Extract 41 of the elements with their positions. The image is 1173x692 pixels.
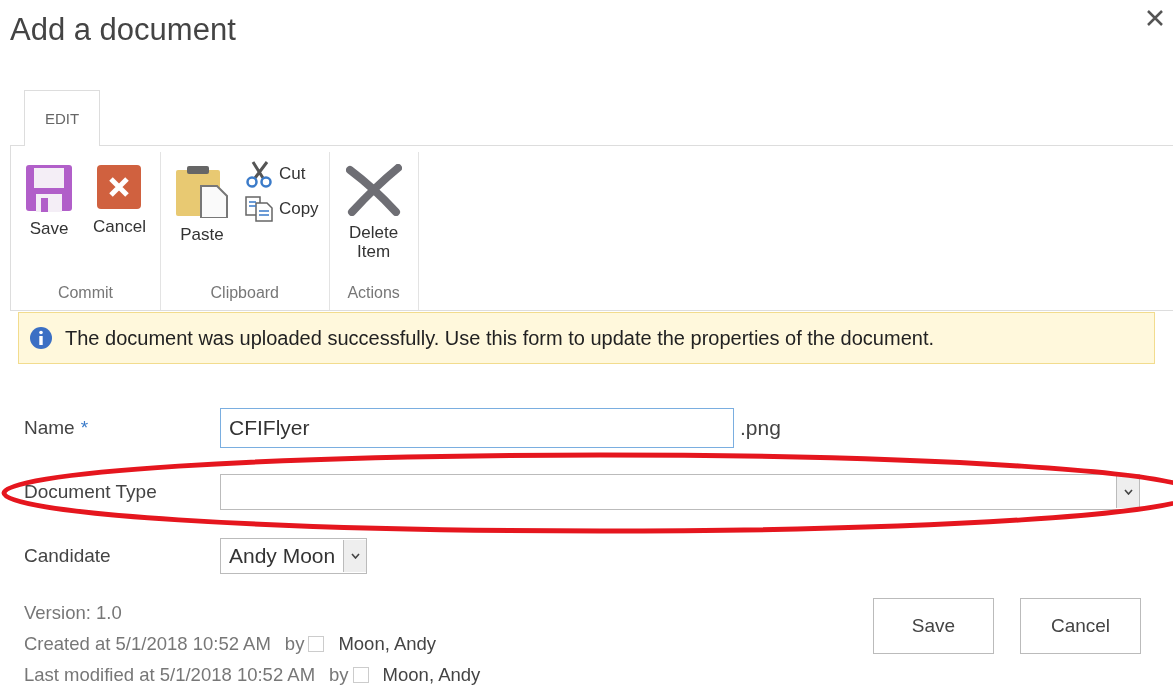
group-label: Clipboard <box>209 284 280 303</box>
dialog-title: Add a document <box>10 12 236 48</box>
delete-icon <box>345 164 402 216</box>
user-link[interactable]: Moon, Andy <box>338 633 437 655</box>
presence-icon <box>352 667 369 683</box>
group-label: Commit <box>56 284 114 303</box>
close-icon[interactable] <box>1145 8 1165 28</box>
version-text: Version: 1.0 <box>24 602 123 624</box>
field-label: Document Type <box>24 481 157 503</box>
ribbon-button[interactable]: Cancel <box>85 158 154 243</box>
message-text: The document was uploaded successfully. Use this form to update the properties of the document. <box>65 326 934 350</box>
timestamp-text: Last modified at 5/1/2018 10:52 AM <box>24 664 316 686</box>
copy-icon <box>244 196 273 222</box>
form-button[interactable]: Save <box>873 598 994 654</box>
ribbon-button[interactable]: Paste <box>166 158 237 251</box>
group-label: Actions <box>346 284 401 303</box>
field-label: Name <box>24 417 75 439</box>
clipboard-icon <box>174 164 229 218</box>
file-extension: .png <box>740 416 781 440</box>
dropdown-field[interactable]: Andy Moon <box>220 538 368 574</box>
ribbon-button[interactable]: Copy <box>240 196 323 222</box>
dropdown-field[interactable] <box>220 474 1140 510</box>
floppy-icon <box>25 164 73 212</box>
form-button[interactable]: Cancel <box>1020 598 1141 654</box>
cancel-icon <box>96 164 143 210</box>
field-label: Candidate <box>24 545 111 567</box>
ribbon-button[interactable]: Save <box>17 158 81 245</box>
info-icon <box>29 326 53 350</box>
ribbon-tab[interactable]: EDIT <box>24 90 101 146</box>
user-link[interactable]: Moon, Andy <box>382 664 481 686</box>
name-field[interactable]: CFIFlyer <box>220 408 734 448</box>
presence-icon <box>308 636 325 652</box>
by-text: by <box>329 664 349 686</box>
ribbon-button[interactable]: Cut <box>240 160 323 188</box>
scissors-icon <box>244 160 273 188</box>
caret-icon <box>343 540 367 572</box>
ribbon-button[interactable]: Delete Item <box>335 158 412 268</box>
required-mark: * <box>80 417 89 439</box>
timestamp-text: Created at 5/1/2018 10:52 AM <box>24 633 271 655</box>
by-text: by <box>284 633 305 655</box>
caret-icon <box>1116 476 1139 508</box>
